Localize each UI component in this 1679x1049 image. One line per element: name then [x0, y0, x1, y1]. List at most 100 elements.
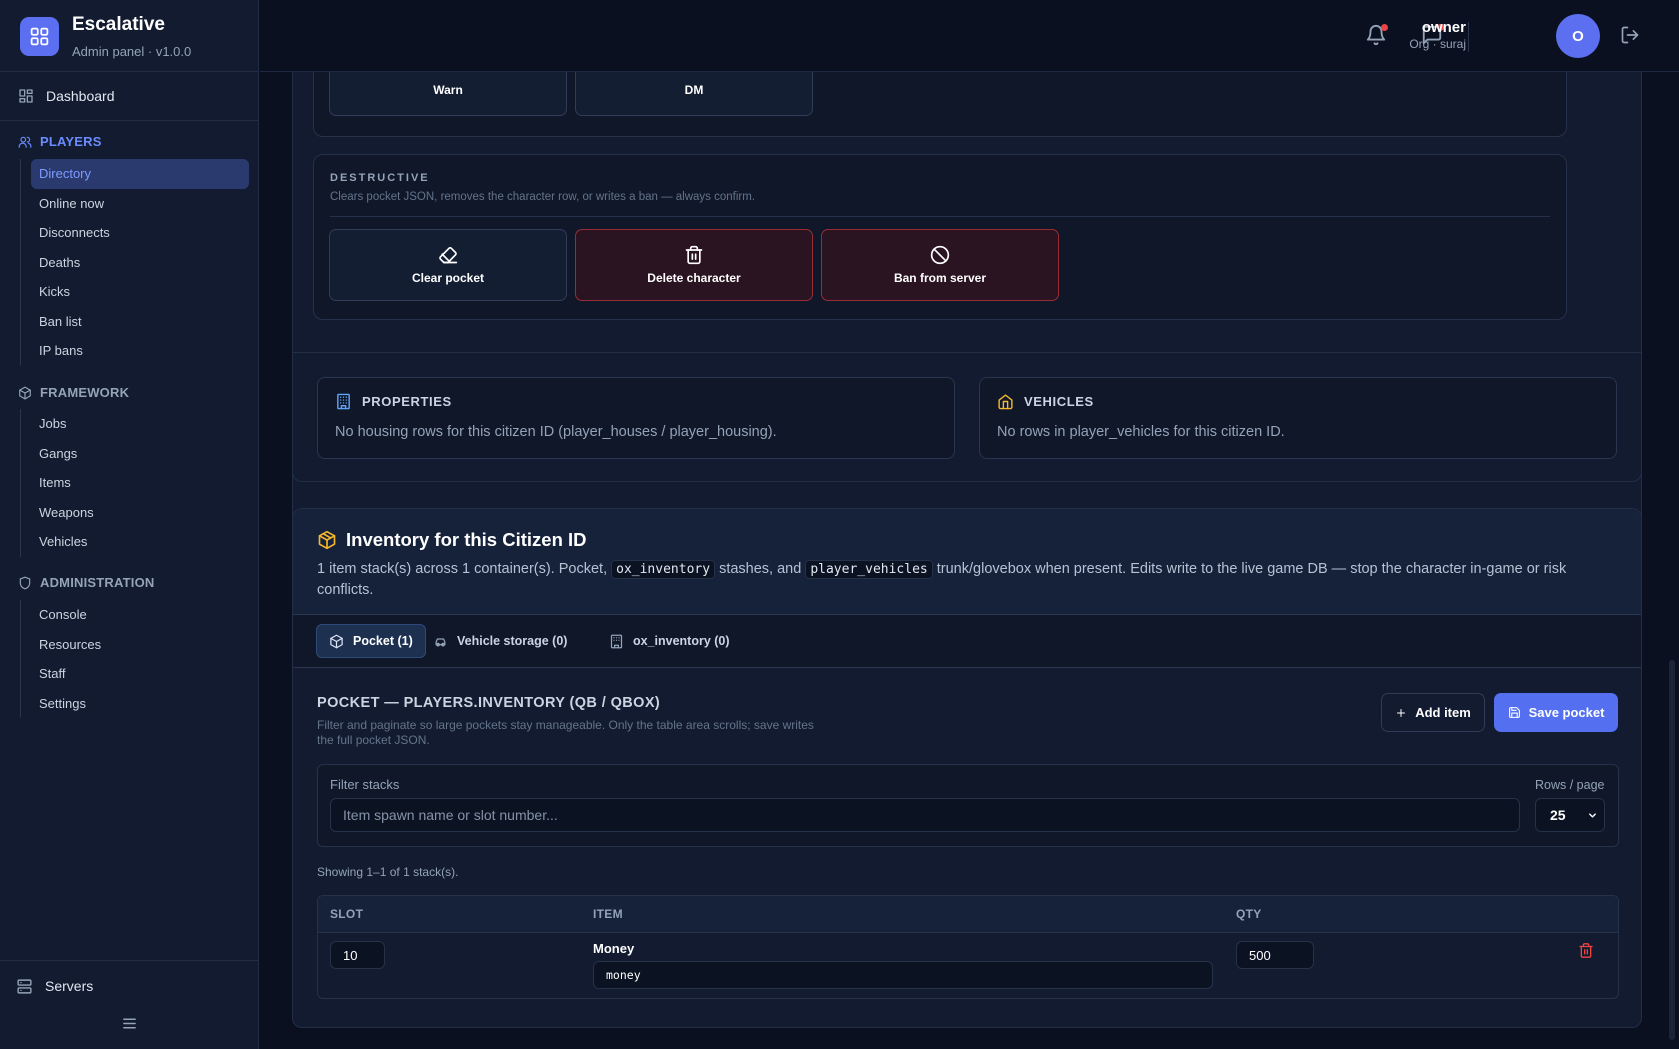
framework-list: Jobs Gangs Items Weapons Vehicles — [20, 409, 250, 557]
desc-text: 1 item stack(s) across 1 container(s). P… — [317, 561, 612, 577]
sidebar-item-jobs[interactable]: Jobs — [21, 409, 250, 439]
trash-icon[interactable] — [1578, 942, 1594, 959]
sidebar-item-dashboard[interactable]: Dashboard — [14, 81, 246, 111]
sidebar-item-ip-bans[interactable]: IP bans — [21, 336, 250, 366]
package-icon — [317, 530, 337, 550]
menu-icon[interactable] — [121, 1015, 138, 1032]
dm-label: DM — [684, 83, 704, 97]
rows-per-page-label: Rows / page — [1535, 778, 1605, 792]
save-pocket-button[interactable]: Save pocket — [1494, 693, 1618, 732]
vehicles-empty-text: No rows in player_vehicles for this citi… — [997, 424, 1285, 440]
tab-label: Vehicle storage (0) — [457, 634, 568, 648]
tab-vehicle-storage[interactable]: Vehicle storage (0) — [421, 624, 579, 658]
properties-title-text: PROPERTIES — [362, 394, 452, 409]
sidebar-item-ban-list[interactable]: Ban list — [21, 307, 250, 337]
warn-button[interactable]: Warn — [329, 72, 567, 116]
rows-per-page-select[interactable]: 25 — [1535, 798, 1605, 832]
sidebar: Escalative Admin panel · v1.0.0 Dashboar… — [0, 0, 259, 1049]
column-qty: QTY — [1236, 907, 1262, 921]
column-slot: SLOT — [330, 907, 364, 921]
sidebar-item-console[interactable]: Console — [21, 600, 250, 630]
properties-title: PROPERTIES — [335, 393, 452, 410]
qty-input[interactable]: 500 — [1236, 941, 1314, 969]
divider — [293, 352, 1641, 353]
logout-icon[interactable] — [1620, 25, 1640, 45]
sidebar-item-label: Dashboard — [46, 88, 115, 104]
sidebar-item-items[interactable]: Items — [21, 468, 250, 498]
cube-icon — [18, 386, 32, 400]
building-icon — [609, 634, 624, 649]
tab-ox-inventory[interactable]: ox_inventory (0) — [597, 624, 742, 658]
trash-icon — [684, 245, 704, 265]
clear-pocket-label: Clear pocket — [411, 271, 485, 285]
cube-icon — [329, 634, 344, 649]
administration-list: Console Resources Staff Settings — [20, 600, 250, 718]
brand-title: Escalative — [72, 14, 165, 35]
server-icon — [16, 978, 33, 995]
sidebar-item-vehicles[interactable]: Vehicles — [21, 527, 250, 557]
sidebar-section-players[interactable]: PLAYERS — [18, 134, 102, 149]
inventory-title-text: Inventory for this Citizen ID — [346, 529, 587, 550]
sidebar-item-online-now[interactable]: Online now — [21, 189, 250, 219]
sidebar-item-kicks[interactable]: Kicks — [21, 277, 250, 307]
save-pocket-label: Save pocket — [1528, 705, 1605, 720]
building-icon — [335, 393, 352, 410]
pocket-table: SLOT ITEM QTY 10 Money money 500 — [317, 895, 1619, 999]
delete-character-button[interactable]: Delete character — [575, 229, 813, 301]
sidebar-item-label: Servers — [45, 978, 94, 994]
sidebar-item-weapons[interactable]: Weapons — [21, 498, 250, 528]
sidebar-item-staff[interactable]: Staff — [21, 659, 250, 689]
users-icon — [18, 135, 32, 149]
sidebar-item-gangs[interactable]: Gangs — [21, 439, 250, 469]
sidebar-item-disconnects[interactable]: Disconnects — [21, 218, 250, 248]
inventory-description: 1 item stack(s) across 1 container(s). P… — [317, 559, 1617, 601]
clear-pocket-button[interactable]: Clear pocket — [329, 229, 567, 301]
eraser-icon — [438, 245, 458, 265]
messaging-actions: Warn DM — [313, 72, 1567, 137]
grid-icon[interactable] — [20, 17, 59, 56]
code-player-vehicles: player_vehicles — [805, 560, 933, 579]
slot-input[interactable]: 10 — [330, 941, 385, 969]
chevron-down-icon — [1587, 810, 1598, 821]
add-item-button[interactable]: Add item — [1381, 693, 1485, 732]
column-item: ITEM — [593, 907, 623, 921]
sidebar-section-administration[interactable]: ADMINISTRATION — [18, 575, 155, 590]
car-icon — [433, 634, 448, 649]
user-org: Org · suraj — [1409, 37, 1466, 51]
tab-label: Pocket (1) — [353, 634, 413, 648]
delete-character-label: Delete character — [647, 271, 741, 285]
sidebar-item-deaths[interactable]: Deaths — [21, 248, 250, 278]
pocket-description: Filter and paginate so large pockets sta… — [317, 718, 814, 747]
rows-per-page-value: 25 — [1550, 807, 1566, 823]
players-list: Directory Online now Disconnects Deaths … — [20, 159, 250, 366]
item-spawn-input[interactable]: money — [593, 961, 1213, 989]
divider — [0, 120, 259, 121]
destructive-actions: DESTRUCTIVE Clears pocket JSON, removes … — [313, 154, 1567, 320]
pocket-title: POCKET — PLAYERS.INVENTORY (QB / QBOX) — [317, 695, 661, 711]
avatar[interactable]: O — [1556, 14, 1600, 58]
sidebar-item-servers[interactable]: Servers — [14, 971, 93, 1001]
vehicles-card: VEHICLES No rows in player_vehicles for … — [979, 377, 1617, 459]
brand: Escalative Admin panel · v1.0.0 — [0, 0, 259, 72]
ban-icon — [930, 245, 950, 265]
sidebar-item-settings[interactable]: Settings — [21, 689, 250, 719]
divider — [0, 960, 259, 961]
tab-pocket[interactable]: Pocket (1) — [316, 624, 426, 658]
ban-from-server-button[interactable]: Ban from server — [821, 229, 1059, 301]
scrollbar[interactable] — [1669, 660, 1675, 1040]
desc-text: stashes, and — [715, 561, 806, 577]
tab-label: ox_inventory (0) — [633, 634, 730, 648]
properties-empty-text: No housing rows for this citizen ID (pla… — [335, 424, 777, 440]
filter-stacks-input[interactable] — [330, 798, 1520, 832]
code-ox-inventory: ox_inventory — [611, 560, 716, 579]
inventory-header: Inventory for this Citizen ID 1 item sta… — [293, 509, 1641, 615]
sidebar-item-resources[interactable]: Resources — [21, 630, 250, 660]
sidebar-section-framework[interactable]: FRAMEWORK — [18, 385, 129, 400]
dm-button[interactable]: DM — [575, 72, 813, 116]
warn-label: Warn — [433, 83, 463, 97]
divider — [330, 216, 1550, 217]
sidebar-item-directory[interactable]: Directory — [31, 159, 249, 189]
section-label: ADMINISTRATION — [40, 575, 155, 590]
destructive-description: Clears pocket JSON, removes the characte… — [330, 191, 756, 203]
showing-count: Showing 1–1 of 1 stack(s). — [317, 865, 459, 879]
